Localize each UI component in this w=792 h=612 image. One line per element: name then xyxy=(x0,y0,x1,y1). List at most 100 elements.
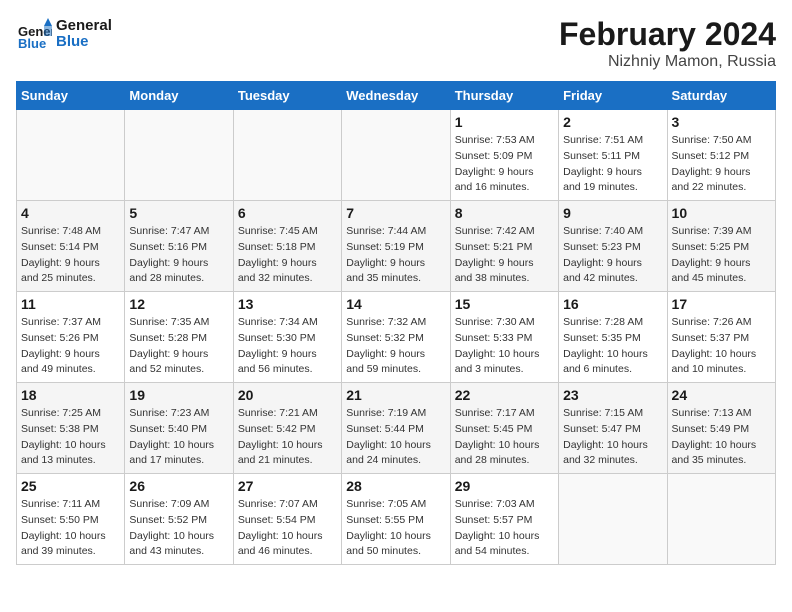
month-title: February 2024 xyxy=(559,16,776,53)
day-number: 11 xyxy=(21,296,120,312)
calendar-cell: 12Sunrise: 7:35 AM Sunset: 5:28 PM Dayli… xyxy=(125,292,233,383)
calendar-week-4: 25Sunrise: 7:11 AM Sunset: 5:50 PM Dayli… xyxy=(17,474,776,565)
day-info: Sunrise: 7:51 AM Sunset: 5:11 PM Dayligh… xyxy=(563,133,662,196)
day-number: 23 xyxy=(563,387,662,403)
day-number: 25 xyxy=(21,478,120,494)
calendar-week-1: 4 Sunrise: 7:48 AM Sunset: 5:14 PM Daylig… xyxy=(17,201,776,292)
calendar-cell: 6 Sunrise: 7:45 AM Sunset: 5:18 PM Daylig… xyxy=(233,201,341,292)
calendar-cell: 3 Sunrise: 7:50 AM Sunset: 5:12 PM Daylig… xyxy=(667,110,775,201)
day-info: Sunrise: 7:09 AM Sunset: 5:52 PM Dayligh… xyxy=(129,497,228,560)
day-number: 26 xyxy=(129,478,228,494)
calendar-cell xyxy=(667,474,775,565)
calendar-header-friday: Friday xyxy=(559,82,667,110)
svg-text:Blue: Blue xyxy=(18,36,46,51)
day-info: Sunrise: 7:45 AM Sunset: 5:18 PM Dayligh… xyxy=(238,224,337,287)
calendar-cell: 13 Sunrise: 7:34 AM Sunset: 5:30 PM Dayli… xyxy=(233,292,341,383)
calendar-cell xyxy=(233,110,341,201)
day-info: Sunrise: 7:21 AM Sunset: 5:42 PM Dayligh… xyxy=(238,406,337,469)
calendar-cell: 14 Sunrise: 7:32 AM Sunset: 5:32 PM Dayli… xyxy=(342,292,450,383)
calendar-cell xyxy=(17,110,125,201)
calendar-header-row: SundayMondayTuesdayWednesdayThursdayFrid… xyxy=(17,82,776,110)
day-number: 19 xyxy=(129,387,228,403)
day-number: 10 xyxy=(672,205,771,221)
day-number: 24 xyxy=(672,387,771,403)
day-info: Sunrise: 7:15 AM Sunset: 5:47 PM Dayligh… xyxy=(563,406,662,469)
calendar-cell: 20 Sunrise: 7:21 AM Sunset: 5:42 PM Dayli… xyxy=(233,383,341,474)
day-number: 17 xyxy=(672,296,771,312)
calendar-cell: 9 Sunrise: 7:40 AM Sunset: 5:23 PM Daylig… xyxy=(559,201,667,292)
calendar-cell: 1 Sunrise: 7:53 AM Sunset: 5:09 PM Daylig… xyxy=(450,110,558,201)
day-info: Sunrise: 7:05 AM Sunset: 5:55 PM Dayligh… xyxy=(346,497,445,560)
day-number: 20 xyxy=(238,387,337,403)
calendar-week-0: 1 Sunrise: 7:53 AM Sunset: 5:09 PM Daylig… xyxy=(17,110,776,201)
day-number: 28 xyxy=(346,478,445,494)
calendar-header-tuesday: Tuesday xyxy=(233,82,341,110)
day-info: Sunrise: 7:34 AM Sunset: 5:30 PM Dayligh… xyxy=(238,315,337,378)
calendar-header-monday: Monday xyxy=(125,82,233,110)
day-number: 8 xyxy=(455,205,554,221)
day-number: 29 xyxy=(455,478,554,494)
logo: General Blue General Blue xyxy=(16,16,112,52)
day-info: Sunrise: 7:28 AM Sunset: 5:35 PM Dayligh… xyxy=(563,315,662,378)
calendar-cell: 5 Sunrise: 7:47 AM Sunset: 5:16 PM Daylig… xyxy=(125,201,233,292)
day-number: 13 xyxy=(238,296,337,312)
day-number: 5 xyxy=(129,205,228,221)
day-number: 4 xyxy=(21,205,120,221)
calendar-cell: 29 Sunrise: 7:03 AM Sunset: 5:57 PM Dayli… xyxy=(450,474,558,565)
day-info: Sunrise: 7:40 AM Sunset: 5:23 PM Dayligh… xyxy=(563,224,662,287)
calendar-header-saturday: Saturday xyxy=(667,82,775,110)
day-number: 6 xyxy=(238,205,337,221)
day-number: 27 xyxy=(238,478,337,494)
day-info: Sunrise: 7:25 AM Sunset: 5:38 PM Dayligh… xyxy=(21,406,120,469)
logo-text-blue: Blue xyxy=(56,34,112,51)
calendar-cell: 19 Sunrise: 7:23 AM Sunset: 5:40 PM Dayli… xyxy=(125,383,233,474)
day-info: Sunrise: 7:53 AM Sunset: 5:09 PM Dayligh… xyxy=(455,133,554,196)
logo-icon: General Blue xyxy=(16,16,52,52)
day-number: 7 xyxy=(346,205,445,221)
day-info: Sunrise: 7:42 AM Sunset: 5:21 PM Dayligh… xyxy=(455,224,554,287)
day-number: 16 xyxy=(563,296,662,312)
calendar-week-2: 11Sunrise: 7:37 AM Sunset: 5:26 PM Dayli… xyxy=(17,292,776,383)
day-info: Sunrise: 7:44 AM Sunset: 5:19 PM Dayligh… xyxy=(346,224,445,287)
day-info: Sunrise: 7:03 AM Sunset: 5:57 PM Dayligh… xyxy=(455,497,554,560)
calendar-cell: 22 Sunrise: 7:17 AM Sunset: 5:45 PM Dayli… xyxy=(450,383,558,474)
day-number: 21 xyxy=(346,387,445,403)
day-info: Sunrise: 7:07 AM Sunset: 5:54 PM Dayligh… xyxy=(238,497,337,560)
day-number: 3 xyxy=(672,114,771,130)
day-number: 9 xyxy=(563,205,662,221)
day-info: Sunrise: 7:47 AM Sunset: 5:16 PM Dayligh… xyxy=(129,224,228,287)
calendar-cell: 24 Sunrise: 7:13 AM Sunset: 5:49 PM Dayli… xyxy=(667,383,775,474)
day-info: Sunrise: 7:32 AM Sunset: 5:32 PM Dayligh… xyxy=(346,315,445,378)
calendar-cell: 2Sunrise: 7:51 AM Sunset: 5:11 PM Daylig… xyxy=(559,110,667,201)
day-info: Sunrise: 7:23 AM Sunset: 5:40 PM Dayligh… xyxy=(129,406,228,469)
calendar-cell: 25Sunrise: 7:11 AM Sunset: 5:50 PM Dayli… xyxy=(17,474,125,565)
page-header: General Blue General Blue February 2024 … xyxy=(16,16,776,71)
day-info: Sunrise: 7:30 AM Sunset: 5:33 PM Dayligh… xyxy=(455,315,554,378)
calendar-header-thursday: Thursday xyxy=(450,82,558,110)
calendar-cell: 28 Sunrise: 7:05 AM Sunset: 5:55 PM Dayli… xyxy=(342,474,450,565)
day-info: Sunrise: 7:26 AM Sunset: 5:37 PM Dayligh… xyxy=(672,315,771,378)
calendar-week-3: 18Sunrise: 7:25 AM Sunset: 5:38 PM Dayli… xyxy=(17,383,776,474)
day-info: Sunrise: 7:39 AM Sunset: 5:25 PM Dayligh… xyxy=(672,224,771,287)
calendar-cell xyxy=(559,474,667,565)
day-number: 1 xyxy=(455,114,554,130)
calendar-cell: 7 Sunrise: 7:44 AM Sunset: 5:19 PM Daylig… xyxy=(342,201,450,292)
calendar-cell: 17 Sunrise: 7:26 AM Sunset: 5:37 PM Dayli… xyxy=(667,292,775,383)
calendar-cell: 18Sunrise: 7:25 AM Sunset: 5:38 PM Dayli… xyxy=(17,383,125,474)
day-info: Sunrise: 7:50 AM Sunset: 5:12 PM Dayligh… xyxy=(672,133,771,196)
day-info: Sunrise: 7:17 AM Sunset: 5:45 PM Dayligh… xyxy=(455,406,554,469)
day-info: Sunrise: 7:13 AM Sunset: 5:49 PM Dayligh… xyxy=(672,406,771,469)
day-info: Sunrise: 7:19 AM Sunset: 5:44 PM Dayligh… xyxy=(346,406,445,469)
calendar-header-sunday: Sunday xyxy=(17,82,125,110)
calendar-cell: 16 Sunrise: 7:28 AM Sunset: 5:35 PM Dayli… xyxy=(559,292,667,383)
day-info: Sunrise: 7:48 AM Sunset: 5:14 PM Dayligh… xyxy=(21,224,120,287)
calendar-cell: 4 Sunrise: 7:48 AM Sunset: 5:14 PM Daylig… xyxy=(17,201,125,292)
day-number: 22 xyxy=(455,387,554,403)
day-info: Sunrise: 7:35 AM Sunset: 5:28 PM Dayligh… xyxy=(129,315,228,378)
calendar-cell: 23 Sunrise: 7:15 AM Sunset: 5:47 PM Dayli… xyxy=(559,383,667,474)
calendar-header-wednesday: Wednesday xyxy=(342,82,450,110)
calendar-table: SundayMondayTuesdayWednesdayThursdayFrid… xyxy=(16,81,776,565)
logo-text-general: General xyxy=(56,18,112,35)
day-number: 14 xyxy=(346,296,445,312)
calendar-cell xyxy=(125,110,233,201)
